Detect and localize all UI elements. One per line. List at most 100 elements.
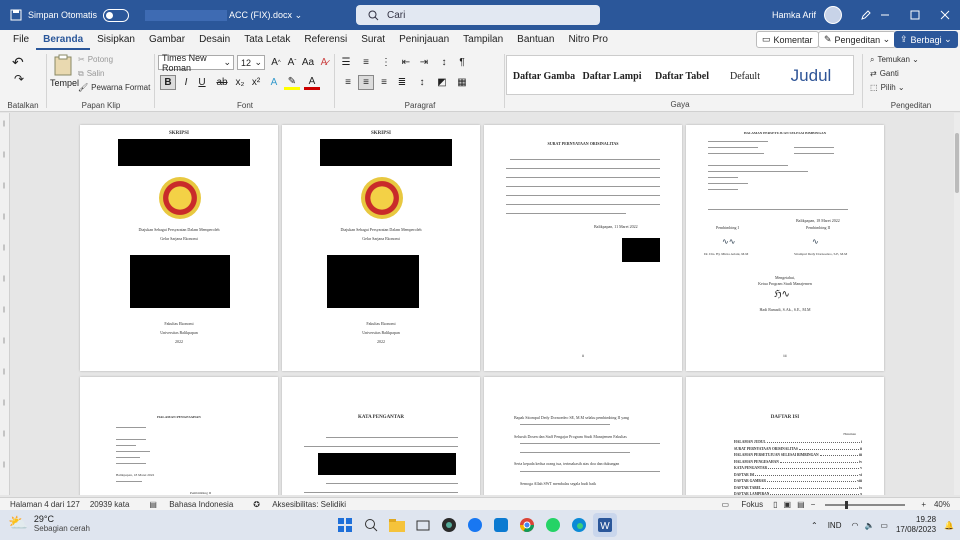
document-name[interactable]: ACC (FIX).docx ⌄ (145, 9, 302, 21)
scrollbar-thumb[interactable] (955, 133, 959, 193)
menu-gambar[interactable]: Gambar (142, 30, 192, 50)
zoom-slider[interactable] (825, 500, 906, 509)
menu-tampilan[interactable]: Tampilan (456, 30, 510, 50)
toc-entry[interactable]: DAFTAR GAMBAR viii (734, 479, 862, 483)
align-left-icon[interactable]: ≡ (340, 75, 356, 90)
document-canvas[interactable]: SKRIPSI Diajukan Sebagai Persyaratan Dal… (10, 113, 960, 495)
focus-button[interactable]: ▭ Fokus (712, 500, 764, 509)
file-explorer-icon[interactable] (385, 513, 409, 537)
menu-bantuan[interactable]: Bantuan (510, 30, 561, 50)
page-count[interactable]: Halaman 4 dari 127 (10, 500, 80, 509)
chrome-icon[interactable] (515, 513, 539, 537)
copy-button[interactable]: ⧉ Salin (78, 67, 105, 80)
accessibility[interactable]: ✪ Aksesibilitas: Selidiki (243, 500, 346, 509)
menu-tata-letak[interactable]: Tata Letak (237, 30, 297, 50)
user-account[interactable]: Hamka Arif (772, 0, 872, 30)
page-acknowledgement[interactable]: Bapak Sitompul Dedy Dornoedeo SE, M.M se… (484, 377, 682, 495)
menu-surat[interactable]: Surat (354, 30, 392, 50)
page-cover-2[interactable]: SKRIPSI Diajukan Sebagai Persyaratan Dal… (282, 125, 480, 371)
close-icon[interactable] (930, 0, 960, 30)
tray-chevron-icon[interactable]: ⌃ (811, 521, 818, 530)
style-default[interactable]: Default (717, 56, 773, 96)
underline-icon[interactable]: U (194, 75, 210, 90)
language[interactable]: ▤ Bahasa Indonesia (139, 500, 233, 509)
editing-mode-button[interactable]: ✎ Pengeditan ⌄ (818, 31, 897, 48)
word-count[interactable]: 20939 kata (90, 500, 130, 509)
highlight-icon[interactable]: ✎ (284, 75, 300, 90)
menu-beranda[interactable]: Beranda (36, 30, 91, 50)
style-daftar-tabel[interactable]: Daftar Tabel (647, 56, 717, 96)
edge-icon[interactable] (567, 513, 591, 537)
page-cover-1[interactable]: SKRIPSI Diajukan Sebagai Persyaratan Dal… (80, 125, 278, 371)
menu-nitro-pro[interactable]: Nitro Pro (561, 30, 614, 50)
strikethrough-icon[interactable]: ab (214, 75, 230, 90)
italic-icon[interactable]: I (178, 75, 194, 90)
clear-format-icon[interactable]: A̷ (316, 55, 332, 70)
numbering-icon[interactable]: ≡ (358, 55, 374, 70)
font-color-icon[interactable]: A (304, 75, 320, 90)
web-layout-icon[interactable]: ▤ (797, 500, 805, 509)
input-language[interactable]: IND (828, 521, 842, 530)
align-center-icon[interactable]: ≡ (358, 75, 374, 90)
menu-desain[interactable]: Desain (192, 30, 237, 50)
page-originality[interactable]: SURAT PERNYATAAN ORISINALITAS Balikpapan… (484, 125, 682, 371)
find-button[interactable]: ⌕ Temukan ⌄ (870, 53, 919, 66)
menu-file[interactable]: File (6, 30, 36, 50)
zoom-level[interactable]: 40% (934, 500, 950, 509)
media-app-icon[interactable] (437, 513, 461, 537)
select-button[interactable]: ⬚ Pilih ⌄ (870, 81, 905, 94)
wifi-icon[interactable]: ◠ (851, 521, 858, 530)
toc-entry[interactable]: DAFTAR LAMPIRAN x (734, 492, 862, 495)
menu-referensi[interactable]: Referensi (297, 30, 354, 50)
read-mode-icon[interactable]: ▯ (773, 500, 777, 509)
shrink-font-icon[interactable]: Aˇ (284, 55, 300, 70)
increase-indent-icon[interactable]: ⇥ (416, 55, 432, 70)
zoom-in-icon[interactable]: + (921, 500, 926, 509)
undo-icon[interactable]: ↶ (12, 54, 24, 71)
weather-widget[interactable]: ⛅ 29°C Sebagian cerah (8, 513, 90, 533)
task-view-icon[interactable] (411, 513, 435, 537)
toc-entry[interactable]: HALAMAN JUDUL i (734, 440, 862, 444)
change-case-icon[interactable]: Aa (300, 55, 316, 70)
superscript-icon[interactable]: x² (248, 75, 264, 90)
format-painter-button[interactable]: 🖌 Pewarna Format (78, 81, 150, 94)
paste-button[interactable]: Tempel (50, 54, 79, 88)
windows-start-icon[interactable] (333, 513, 357, 537)
decrease-indent-icon[interactable]: ⇤ (398, 55, 414, 70)
menu-peninjauan[interactable]: Peninjauan (392, 30, 456, 50)
cut-button[interactable]: ✂ Potong (78, 53, 113, 66)
multilevel-list-icon[interactable]: ⋮ (378, 55, 394, 70)
grow-font-icon[interactable]: A ^ (268, 55, 284, 70)
toc-entry[interactable]: HALAMAN PERSETUJUAN SELESAI BIMBINGAN iii (734, 453, 862, 457)
gallery-app-icon[interactable] (489, 513, 513, 537)
toc-entry[interactable]: SURAT PERNYATAAN ORISINALITAS ii (734, 447, 862, 451)
notifications-icon[interactable]: 🔔 (944, 521, 954, 530)
font-size-select[interactable]: 12 ⌄ (237, 55, 265, 70)
save-icon[interactable] (10, 9, 22, 21)
style-daftar-gambar[interactable]: Daftar Gamba (509, 56, 579, 96)
bullets-icon[interactable]: ☰ (338, 55, 354, 70)
menu-sisipkan[interactable]: Sisipkan (90, 30, 142, 50)
page-approval[interactable]: HALAMAN PERSETUJUAN SELESAI BIMBINGAN Ba… (686, 125, 884, 371)
restore-icon[interactable] (900, 0, 930, 30)
style-daftar-lampiran[interactable]: Daftar Lampi (579, 56, 645, 96)
page-toc[interactable]: DAFTAR ISI Halaman HALAMAN JUDUL i SURAT P… (686, 377, 884, 495)
comment-button[interactable]: ▭ Komentar (756, 31, 819, 48)
minimize-icon[interactable] (870, 0, 900, 30)
shading-icon[interactable]: ◩ (434, 75, 450, 90)
zoom-out-icon[interactable]: − (811, 500, 816, 509)
share-button[interactable]: ⇪ Berbagi ⌄ (894, 31, 958, 48)
toc-entry[interactable]: DAFTAR ISI vi (734, 473, 862, 477)
justify-icon[interactable]: ≣ (394, 75, 410, 90)
autosave-toggle[interactable] (103, 8, 130, 22)
whatsapp-icon[interactable] (541, 513, 565, 537)
align-right-icon[interactable]: ≡ (376, 75, 392, 90)
toc-entry[interactable]: KATA PENGANTAR v (734, 466, 862, 470)
battery-icon[interactable]: ▭ (880, 521, 888, 530)
search-box[interactable]: Cari (356, 5, 600, 25)
volume-icon[interactable]: 🔈 (864, 521, 874, 530)
clock[interactable]: 19.28 17/08/2023 (896, 515, 936, 535)
word-taskbar-icon[interactable]: W (593, 513, 617, 537)
pilcrow-icon[interactable]: ¶ (454, 55, 470, 70)
bold-icon[interactable]: B (160, 75, 176, 90)
